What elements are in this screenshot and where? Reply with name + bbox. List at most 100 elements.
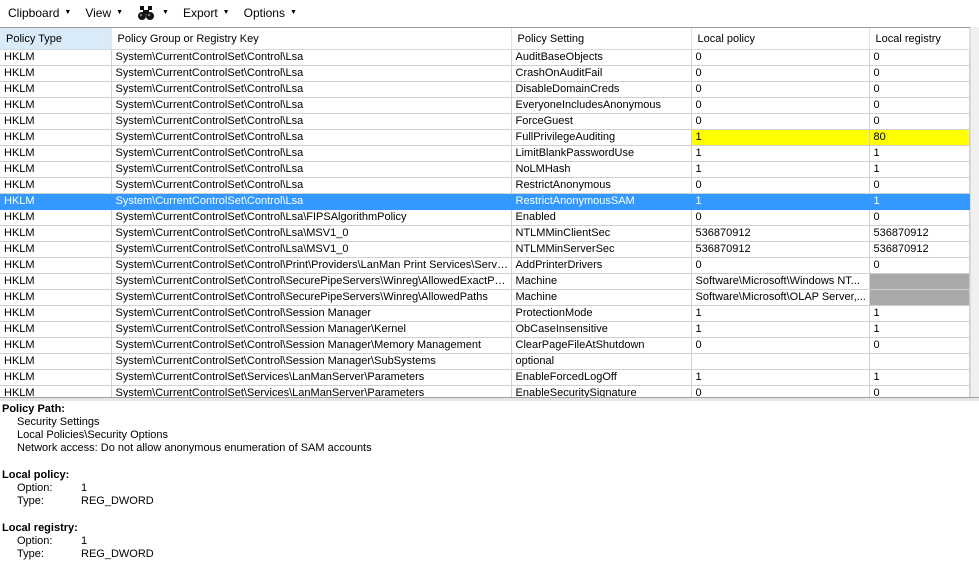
- local-policy-cell: 0: [691, 65, 870, 82]
- table-row[interactable]: HKLM System\CurrentControlSet\Control\Lsa…: [0, 81, 970, 98]
- column-header-policy-type[interactable]: Policy Type: [0, 28, 112, 50]
- local-policy-cell: 0: [691, 337, 870, 354]
- local-policy-cell: 1: [691, 193, 870, 210]
- policy-setting-cell: NTLMMinServerSec: [511, 241, 692, 258]
- table-row[interactable]: HKLM System\CurrentControlSet\Control\Lsa…: [0, 49, 970, 66]
- clipboard-menu[interactable]: Clipboard ▼: [0, 3, 77, 23]
- table-row[interactable]: HKLM System\CurrentControlSet\Control\Lsa…: [0, 65, 970, 82]
- local-policy-cell: 536870912: [691, 241, 870, 258]
- policy-type-cell: HKLM: [0, 353, 112, 370]
- splitter[interactable]: [0, 397, 979, 401]
- registry-key-cell: System\CurrentControlSet\Control\Lsa: [111, 129, 512, 146]
- registry-key-cell: System\CurrentControlSet\Control\Lsa: [111, 81, 512, 98]
- local-policy-cell: Software\Microsoft\Windows NT...: [691, 273, 870, 290]
- policy-type-cell: HKLM: [0, 257, 112, 274]
- table-row[interactable]: HKLM System\CurrentControlSet\Control\Ses…: [0, 321, 970, 338]
- local-registry-cell: [869, 353, 970, 370]
- policy-type-cell: HKLM: [0, 321, 112, 338]
- local-policy-cell: 0: [691, 113, 870, 130]
- column-header-local-policy[interactable]: Local policy: [691, 28, 870, 50]
- column-header-local-registry[interactable]: Local registry: [869, 28, 970, 50]
- table-row[interactable]: HKLM System\CurrentControlSet\Control\Lsa…: [0, 145, 970, 162]
- local-registry-cell: 80: [869, 129, 970, 146]
- table-row[interactable]: HKLM System\CurrentControlSet\Control\Lsa…: [0, 129, 970, 146]
- policy-setting-cell: ObCaseInsensitive: [511, 321, 692, 338]
- policy-setting-cell: EveryoneIncludesAnonymous: [511, 97, 692, 114]
- registry-key-cell: System\CurrentControlSet\Control\Lsa\MSV…: [111, 241, 512, 258]
- policy-type-cell: HKLM: [0, 65, 112, 82]
- table-row[interactable]: HKLM System\CurrentControlSet\Control\Sec…: [0, 273, 970, 290]
- column-header-policy-setting[interactable]: Policy Setting: [511, 28, 692, 50]
- local-registry-cell: 1: [869, 321, 970, 338]
- find-button[interactable]: ▼: [129, 3, 175, 23]
- policy-setting-cell: CrashOnAuditFail: [511, 65, 692, 82]
- registry-key-cell: System\CurrentControlSet\Control\SecureP…: [111, 273, 512, 290]
- local-policy-cell: [691, 353, 870, 370]
- local-policy-cell: 536870912: [691, 225, 870, 242]
- vertical-scrollbar[interactable]: [970, 27, 979, 397]
- table-row[interactable]: HKLM System\CurrentControlSet\Control\Lsa…: [0, 113, 970, 130]
- binoculars-icon: [137, 5, 157, 21]
- table-row[interactable]: HKLM System\CurrentControlSet\Control\Lsa…: [0, 209, 970, 226]
- local-policy-cell: 1: [691, 305, 870, 322]
- table-row[interactable]: HKLM System\CurrentControlSet\Control\Lsa…: [0, 241, 970, 258]
- local-policy-heading: Local policy:: [2, 469, 70, 481]
- local-policy-cell: 1: [691, 321, 870, 338]
- table-row[interactable]: HKLM System\CurrentControlSet\Control\Pri…: [0, 257, 970, 274]
- local-registry-cell: 0: [869, 209, 970, 226]
- local-registry-cell: 0: [869, 257, 970, 274]
- table-header: Policy Type Policy Group or Registry Key…: [0, 28, 970, 50]
- policy-type-cell: HKLM: [0, 177, 112, 194]
- chevron-down-icon: ▼: [116, 9, 124, 16]
- policy-type-cell: HKLM: [0, 337, 112, 354]
- details-pane: Policy Path: Security Settings Local Pol…: [2, 403, 972, 561]
- table-row[interactable]: HKLM System\CurrentControlSet\Control\Lsa…: [0, 161, 970, 178]
- policy-setting-cell: FullPrivilegeAuditing: [511, 129, 692, 146]
- table-row[interactable]: HKLM System\CurrentControlSet\Control\Ses…: [0, 353, 970, 370]
- column-header-policy-group[interactable]: Policy Group or Registry Key: [111, 28, 512, 50]
- policy-setting-cell: AddPrinterDrivers: [511, 257, 692, 274]
- toolbar: Clipboard ▼ View ▼ ▼ Export ▼ Options ▼: [0, 0, 979, 25]
- export-menu[interactable]: Export ▼: [175, 3, 236, 23]
- policy-setting-cell: NoLMHash: [511, 161, 692, 178]
- view-menu[interactable]: View ▼: [77, 3, 129, 23]
- chevron-down-icon: ▼: [222, 9, 230, 16]
- table-row[interactable]: HKLM System\CurrentControlSet\Control\Lsa…: [0, 193, 970, 210]
- table-row[interactable]: HKLM System\CurrentControlSet\Control\Lsa…: [0, 97, 970, 114]
- local-policy-cell: 1: [691, 161, 870, 178]
- registry-key-cell: System\CurrentControlSet\Control\Print\P…: [111, 257, 512, 274]
- registry-key-cell: System\CurrentControlSet\Control\Session…: [111, 337, 512, 354]
- local-policy-option-value: 1: [81, 482, 88, 494]
- policy-setting-cell: ClearPageFileAtShutdown: [511, 337, 692, 354]
- policy-type-cell: HKLM: [0, 81, 112, 98]
- policy-setting-cell: LimitBlankPasswordUse: [511, 145, 692, 162]
- table-row[interactable]: HKLM System\CurrentControlSet\Control\Sec…: [0, 289, 970, 306]
- local-registry-cell: 0: [869, 65, 970, 82]
- policy-type-cell: HKLM: [0, 113, 112, 130]
- registry-key-cell: System\CurrentControlSet\Control\Lsa\FIP…: [111, 209, 512, 226]
- policy-setting-cell: ForceGuest: [511, 113, 692, 130]
- table-row[interactable]: HKLM System\CurrentControlSet\Control\Lsa…: [0, 225, 970, 242]
- policy-type-cell: HKLM: [0, 209, 112, 226]
- policy-type-cell: HKLM: [0, 241, 112, 258]
- registry-key-cell: System\CurrentControlSet\Control\Lsa\MSV…: [111, 225, 512, 242]
- registry-key-cell: System\CurrentControlSet\Control\Lsa: [111, 113, 512, 130]
- table-row[interactable]: HKLM System\CurrentControlSet\Services\La…: [0, 369, 970, 386]
- policy-type-cell: HKLM: [0, 273, 112, 290]
- policy-type-cell: HKLM: [0, 193, 112, 210]
- policy-setting-cell: ProtectionMode: [511, 305, 692, 322]
- registry-key-cell: System\CurrentControlSet\Control\Session…: [111, 305, 512, 322]
- local-policy-cell: 1: [691, 129, 870, 146]
- table-row[interactable]: HKLM System\CurrentControlSet\Control\Ses…: [0, 305, 970, 322]
- chevron-down-icon: ▼: [162, 9, 169, 16]
- table-row[interactable]: HKLM System\CurrentControlSet\Control\Lsa…: [0, 177, 970, 194]
- local-registry-cell: [869, 289, 970, 306]
- options-menu[interactable]: Options ▼: [236, 3, 303, 23]
- policy-setting-cell: DisableDomainCreds: [511, 81, 692, 98]
- policy-type-cell: HKLM: [0, 97, 112, 114]
- registry-key-cell: System\CurrentControlSet\Control\Lsa: [111, 49, 512, 66]
- policy-path-heading: Policy Path:: [2, 403, 65, 415]
- table-row[interactable]: HKLM System\CurrentControlSet\Control\Ses…: [0, 337, 970, 354]
- local-registry-option-value: 1: [81, 535, 88, 547]
- local-registry-type-label: Type:: [17, 548, 44, 560]
